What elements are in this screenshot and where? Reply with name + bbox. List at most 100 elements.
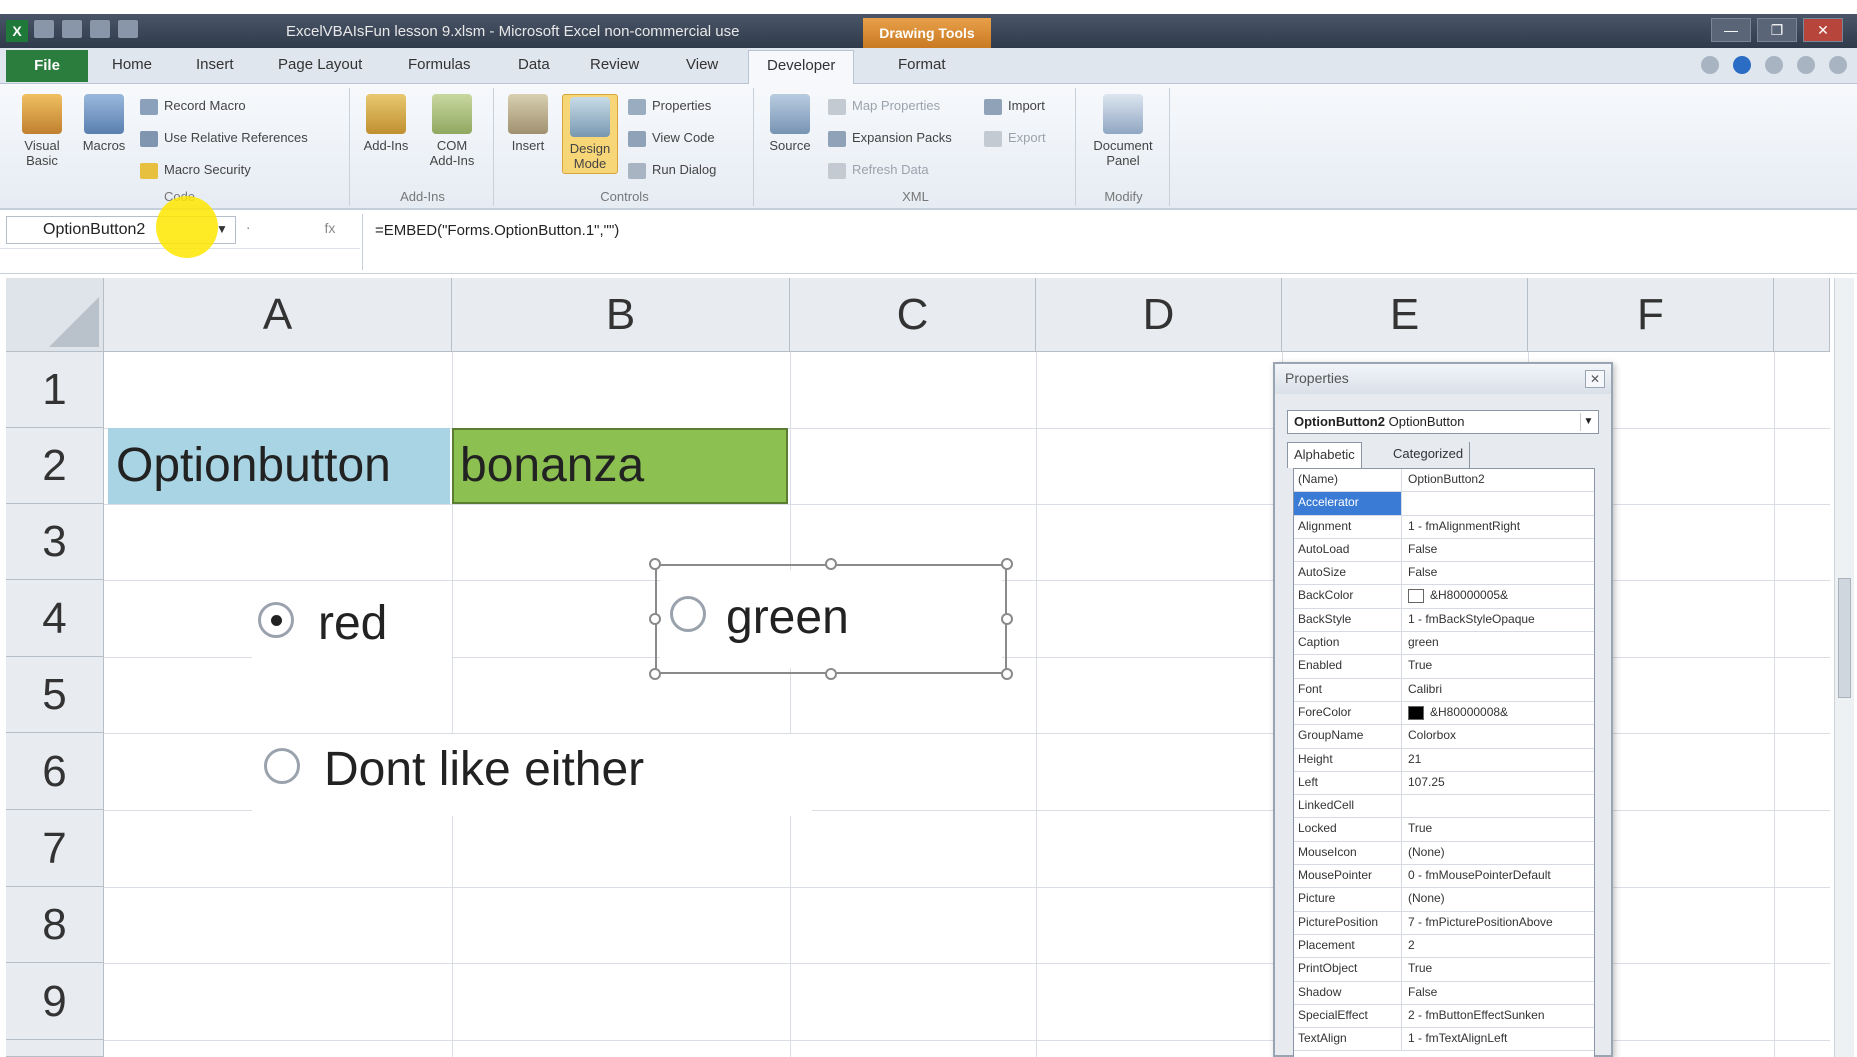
property-row[interactable]: MouseIcon (None) — [1294, 841, 1594, 866]
tab-developer[interactable]: Developer — [748, 50, 855, 84]
property-value[interactable]: &H80000005& — [1404, 585, 1594, 607]
tab-formulas[interactable]: Formulas — [408, 56, 471, 73]
property-value[interactable]: False — [1404, 539, 1594, 561]
redo-icon[interactable] — [90, 20, 110, 39]
tab-page-layout[interactable]: Page Layout — [278, 56, 362, 73]
help-icon[interactable] — [1733, 56, 1751, 74]
restore-workbook-icon[interactable] — [1797, 56, 1815, 74]
design-mode-button[interactable]: Design Mode — [562, 94, 618, 174]
properties-button[interactable]: Properties — [628, 98, 711, 115]
property-value[interactable]: 7 - fmPicturePositionAbove — [1404, 912, 1594, 934]
relative-references-button[interactable]: Use Relative References — [140, 130, 308, 147]
tab-review[interactable]: Review — [590, 56, 639, 73]
com-add-ins-button[interactable]: COM Add-Ins — [424, 94, 480, 168]
property-row[interactable]: (Name) OptionButton2 — [1294, 469, 1594, 493]
tab-alphabetic[interactable]: Alphabetic — [1287, 442, 1362, 468]
property-value[interactable]: Calibri — [1404, 679, 1594, 701]
undo-icon[interactable] — [62, 20, 82, 39]
property-value[interactable]: 2 - fmButtonEffectSunken — [1404, 1005, 1594, 1027]
property-value[interactable]: &H80000008& — [1404, 702, 1594, 724]
row-header-5[interactable]: 5 — [6, 657, 104, 733]
option-button-red[interactable]: red — [252, 588, 452, 670]
row-header-6[interactable]: 6 — [6, 733, 104, 810]
column-header-a[interactable]: A — [104, 278, 452, 352]
resize-handle[interactable] — [649, 613, 661, 625]
property-row[interactable]: PrintObject True — [1294, 958, 1594, 982]
property-row[interactable]: Locked True — [1294, 818, 1594, 842]
tab-insert[interactable]: Insert — [196, 56, 234, 73]
option-button-dont-like-either[interactable]: Dont like either — [252, 734, 812, 816]
resize-handle[interactable] — [825, 668, 837, 680]
property-row[interactable]: Left 107.25 — [1294, 771, 1594, 796]
add-ins-button[interactable]: Add-Ins — [358, 94, 414, 153]
cell-b2[interactable]: bonanza — [452, 428, 788, 504]
property-value[interactable]: True — [1404, 958, 1594, 980]
export-button[interactable]: Export — [984, 130, 1046, 147]
row-header-9[interactable]: 9 — [6, 963, 104, 1040]
row-header-2[interactable]: 2 — [6, 428, 104, 504]
property-row[interactable]: AutoLoad False — [1294, 538, 1594, 563]
property-value[interactable]: 2 — [1404, 935, 1594, 957]
import-button[interactable]: Import — [984, 98, 1045, 115]
expansion-packs-button[interactable]: Expansion Packs — [828, 130, 952, 147]
column-header-e[interactable]: E — [1282, 278, 1528, 352]
restore-button[interactable]: ❐ — [1757, 18, 1797, 42]
minimize-ribbon-icon[interactable] — [1701, 56, 1719, 74]
macro-security-button[interactable]: Macro Security — [140, 162, 251, 179]
tab-home[interactable]: Home — [112, 56, 152, 73]
property-row[interactable]: Shadow False — [1294, 981, 1594, 1005]
property-row[interactable]: Enabled True — [1294, 655, 1594, 679]
minimize-workbook-icon[interactable] — [1765, 56, 1783, 74]
property-row[interactable]: GroupName Colorbox — [1294, 725, 1594, 749]
property-row[interactable]: Height 21 — [1294, 748, 1594, 772]
column-header-f[interactable]: F — [1528, 278, 1774, 352]
property-value[interactable]: (None) — [1404, 888, 1594, 910]
row-header-1[interactable]: 1 — [6, 352, 104, 428]
scrollbar-thumb[interactable] — [1838, 578, 1851, 698]
property-value[interactable]: True — [1404, 818, 1594, 840]
vertical-scrollbar[interactable] — [1834, 278, 1854, 1057]
column-header-b[interactable]: B — [452, 278, 790, 352]
resize-handle[interactable] — [1001, 558, 1013, 570]
close-button[interactable]: ✕ — [1803, 18, 1843, 42]
excel-app-icon[interactable]: X — [6, 20, 28, 42]
property-row[interactable]: MousePointer 0 - fmMousePointerDefault — [1294, 865, 1594, 889]
property-value[interactable]: 1 - fmBackStyleOpaque — [1404, 609, 1594, 631]
property-value[interactable]: 21 — [1404, 749, 1594, 771]
row-header-10[interactable] — [6, 1040, 104, 1057]
insert-function-icon[interactable]: fx — [324, 220, 335, 236]
property-row[interactable]: PicturePosition 7 - fmPicturePositionAbov… — [1294, 911, 1594, 935]
property-row[interactable]: SpecialEffect 2 - fmButtonEffectSunken — [1294, 1004, 1594, 1029]
select-all-corner[interactable] — [6, 278, 104, 352]
property-value[interactable]: 0 - fmMousePointerDefault — [1404, 865, 1594, 887]
object-selector[interactable]: OptionButton2 OptionButton ▼ — [1287, 410, 1599, 434]
row-header-3[interactable]: 3 — [6, 504, 104, 580]
property-row[interactable]: BackColor &H80000005& — [1294, 585, 1594, 609]
property-value[interactable]: False — [1404, 982, 1594, 1004]
property-row[interactable]: LinkedCell — [1294, 795, 1594, 819]
property-row[interactable]: Caption green — [1294, 632, 1594, 656]
property-row[interactable]: Accelerator — [1294, 492, 1594, 516]
close-properties-button[interactable]: ✕ — [1585, 370, 1605, 388]
insert-control-button[interactable]: Insert — [500, 94, 556, 153]
formula-input[interactable]: =EMBED("Forms.OptionButton.1","") — [362, 214, 1830, 270]
property-row[interactable]: Alignment 1 - fmAlignmentRight — [1294, 515, 1594, 539]
run-dialog-button[interactable]: Run Dialog — [628, 162, 716, 179]
property-value[interactable]: False — [1404, 562, 1594, 584]
macros-button[interactable]: Macros — [76, 94, 132, 153]
view-code-button[interactable]: View Code — [628, 130, 715, 147]
map-properties-button[interactable]: Map Properties — [828, 98, 940, 115]
resize-handle[interactable] — [1001, 668, 1013, 680]
property-row[interactable]: Placement 2 — [1294, 934, 1594, 959]
tab-data[interactable]: Data — [518, 56, 550, 73]
record-macro-button[interactable]: Record Macro — [140, 98, 246, 115]
property-row[interactable]: ForeColor &H80000008& — [1294, 701, 1594, 726]
visual-basic-button[interactable]: Visual Basic — [14, 94, 70, 168]
property-row[interactable]: AutoSize False — [1294, 562, 1594, 586]
property-value[interactable]: Colorbox — [1404, 725, 1594, 747]
save-icon[interactable] — [34, 20, 54, 39]
property-row[interactable]: TextAlign 1 - fmTextAlignLeft — [1294, 1028, 1594, 1052]
xml-source-button[interactable]: Source — [762, 94, 818, 153]
resize-handle[interactable] — [649, 558, 661, 570]
customize-qat-icon[interactable] — [118, 20, 138, 39]
